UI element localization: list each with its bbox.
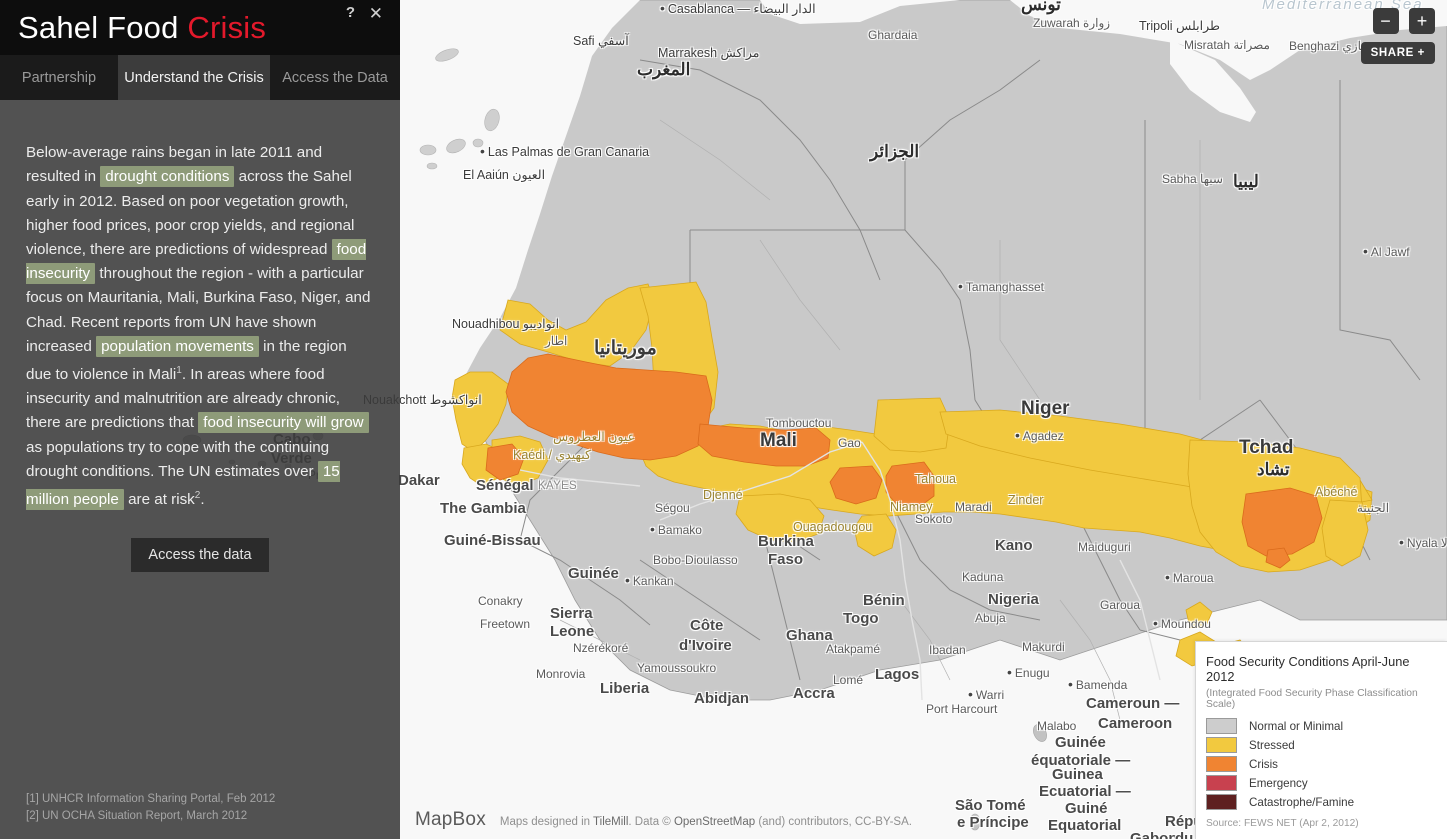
close-icon[interactable]: ✕ <box>364 2 388 26</box>
legend-label: Emergency <box>1249 776 1308 790</box>
sahel-food-crisis-app: .land { fill:#c9c9c9; stroke:#9c9c9c; st… <box>0 0 1447 839</box>
legend-subtitle: (Integrated Food Security Phase Classifi… <box>1206 688 1418 710</box>
attribution-seg-c: . Data © <box>628 816 674 828</box>
attribution-text: Maps designed in TileMill. Data © OpenSt… <box>500 816 912 828</box>
legend-items: Normal or Minimal Stressed Crisis Emergency… <box>1206 718 1437 810</box>
footnote-1: [1] UNHCR Information Sharing Portal, Fe… <box>26 793 276 805</box>
legend-label: Normal or Minimal <box>1249 719 1344 733</box>
app-title-accent: Crisis <box>187 10 267 45</box>
sidebar-header: Sahel Food Crisis ? ✕ <box>0 0 400 55</box>
zoom-out-button[interactable]: − <box>1372 8 1399 34</box>
tab-understand-the-crisis[interactable]: Understand the Crisis <box>118 55 270 100</box>
highlight-food-insecurity-will-grow[interactable]: food insecurity will grow <box>198 412 369 434</box>
legend-swatch <box>1206 756 1237 772</box>
map-attribution: MapBox Maps designed in TileMill. Data ©… <box>415 809 912 831</box>
sidebar-panel: Sahel Food Crisis ? ✕ Partnership Unders… <box>0 0 400 839</box>
help-icon[interactable]: ? <box>341 2 360 23</box>
legend-label: Crisis <box>1249 757 1278 771</box>
legend-swatch <box>1206 718 1237 734</box>
tab-bar: Partnership Understand the Crisis Access… <box>0 55 400 100</box>
legend-row[interactable]: Stressed <box>1206 737 1437 753</box>
openstreetmap-link[interactable]: OpenStreetMap <box>674 816 755 828</box>
legend-row[interactable]: Crisis <box>1206 756 1437 772</box>
zoom-in-button[interactable]: + <box>1409 8 1435 34</box>
tilemill-link[interactable]: TileMill <box>593 816 628 828</box>
crisis-description: Below-average rains began in late 2011 a… <box>26 141 374 512</box>
highlight-population-movements[interactable]: population movements <box>96 335 259 357</box>
text-seg-7: are at risk <box>123 491 195 509</box>
text-seg-6: as populations try to cope with the cont… <box>26 438 330 480</box>
attribution-seg-e: (and) contributors, CC-BY-SA. <box>755 816 912 828</box>
highlight-drought-conditions[interactable]: drought conditions <box>100 166 235 188</box>
text-seg-8: . <box>200 491 205 509</box>
legend-label: Catastrophe/Famine <box>1249 795 1355 809</box>
legend-swatch <box>1206 794 1237 810</box>
legend-row[interactable]: Normal or Minimal <box>1206 718 1437 734</box>
tab-access-the-data[interactable]: Access the Data <box>270 55 400 100</box>
legend-row[interactable]: Catastrophe/Famine <box>1206 794 1437 810</box>
access-the-data-button[interactable]: Access the data <box>131 538 269 573</box>
legend-swatch <box>1206 775 1237 791</box>
legend-row[interactable]: Emergency <box>1206 775 1437 791</box>
attribution-seg-a: Maps designed in <box>499 816 594 828</box>
footnote-2: [2] UN OCHA Situation Report, March 2012 <box>26 810 248 822</box>
sidebar-body: Below-average rains began in late 2011 a… <box>0 100 400 573</box>
tab-partnership[interactable]: Partnership <box>0 55 118 100</box>
mapbox-logo[interactable]: MapBox <box>415 809 486 831</box>
map-legend: Food Security Conditions April-June 2012… <box>1195 641 1447 839</box>
legend-swatch <box>1206 737 1237 753</box>
footnotes: [1] UNHCR Information Sharing Portal, Fe… <box>26 791 275 825</box>
legend-title: Food Security Conditions April-June 2012 <box>1206 654 1410 684</box>
zoom-controls: − + <box>1372 8 1435 34</box>
app-title-main: Sahel Food <box>18 10 188 45</box>
legend-source: Source: FEWS NET (Apr 2, 2012) <box>1206 818 1359 829</box>
share-button[interactable]: SHARE + <box>1360 42 1435 64</box>
legend-label: Stressed <box>1249 738 1295 752</box>
